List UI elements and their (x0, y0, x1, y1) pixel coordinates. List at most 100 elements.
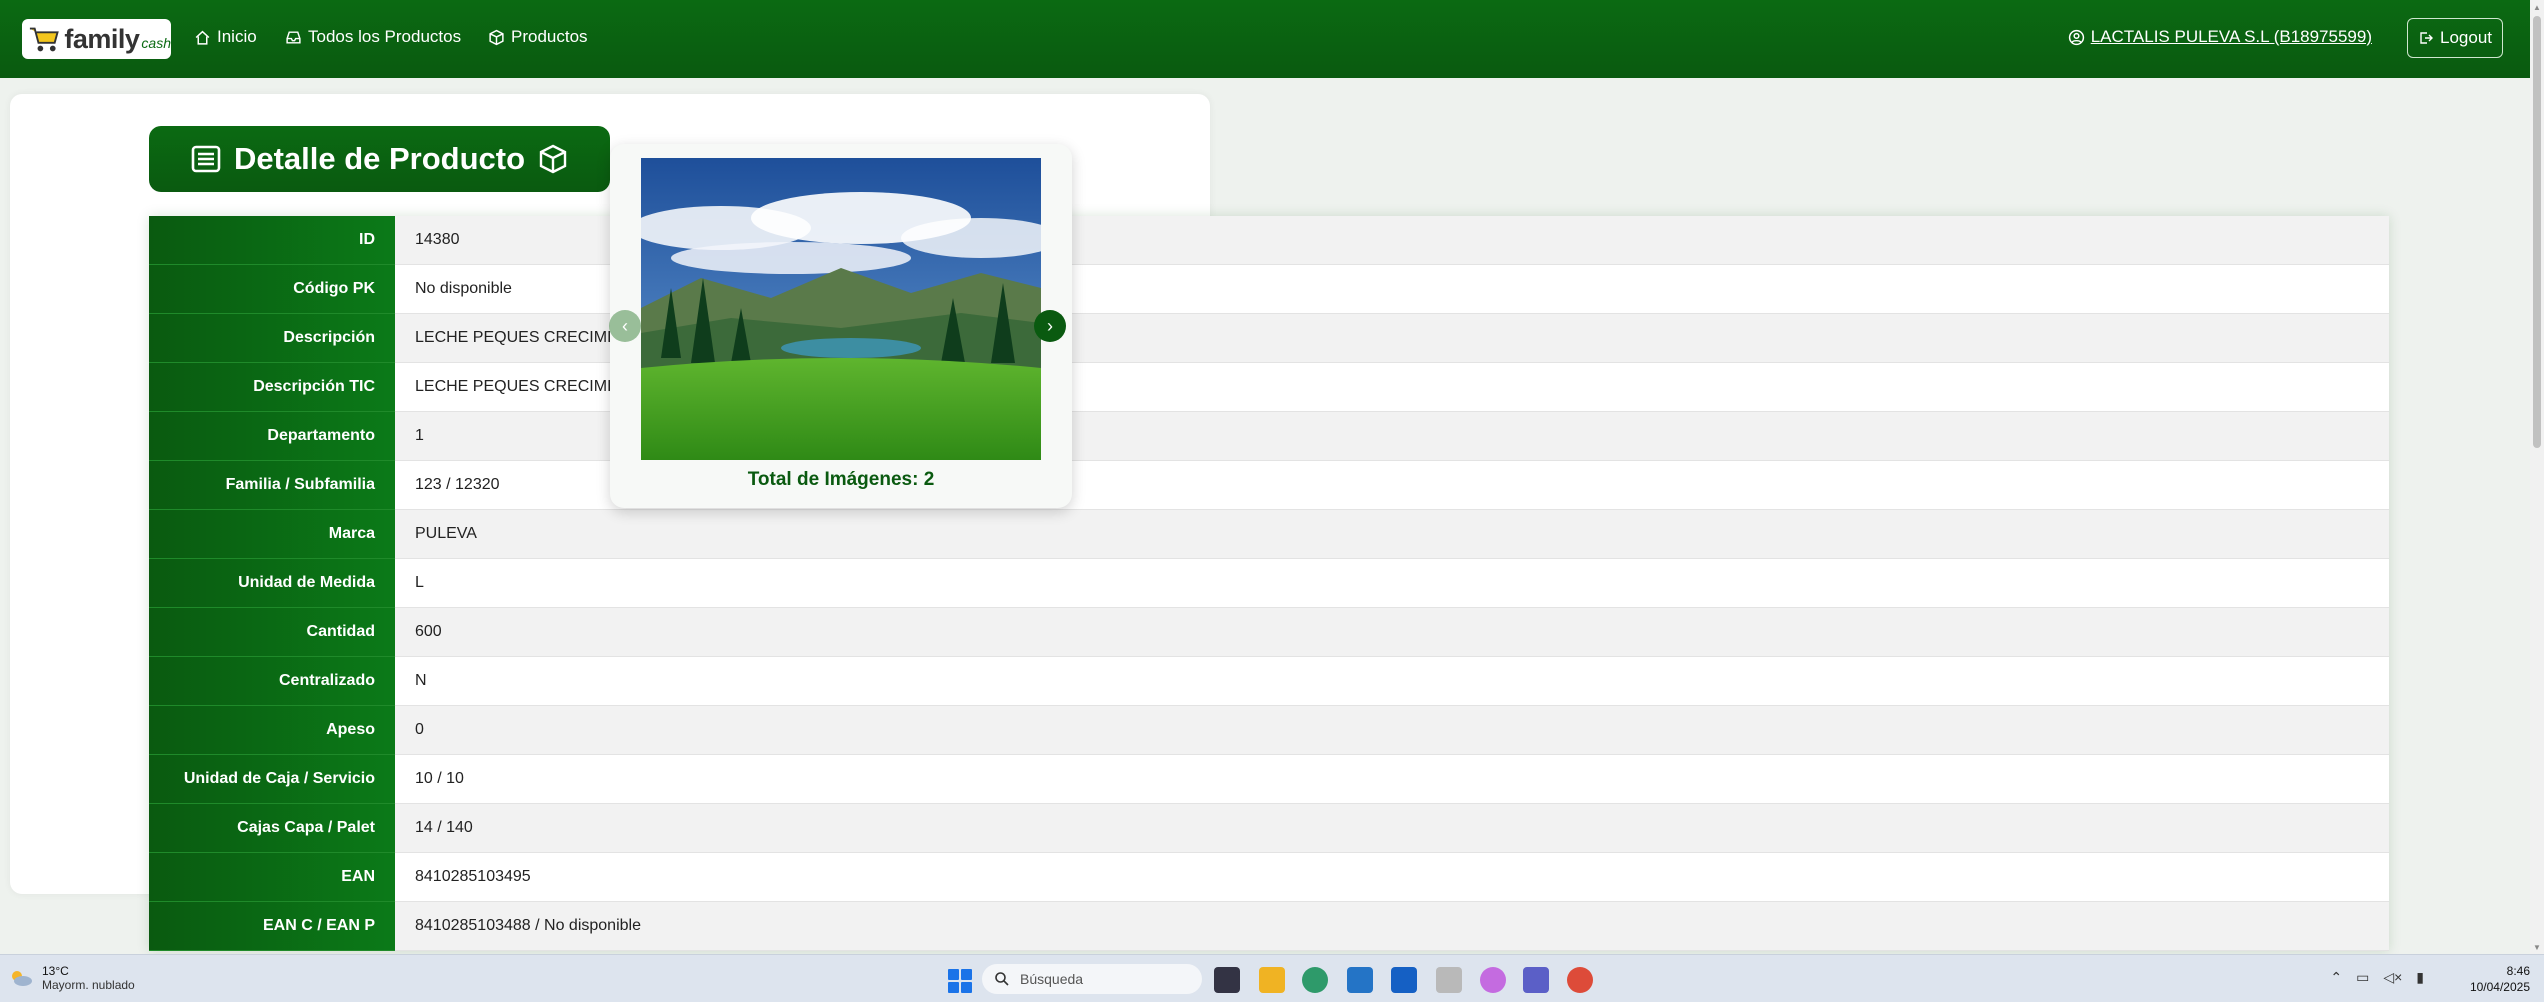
detail-value: 8410285103488 / No disponible (395, 902, 2389, 951)
display-icon[interactable]: ▭ (2356, 969, 2369, 986)
app-g-icon[interactable] (1436, 967, 1462, 993)
page-title-text: Detalle de Producto (233, 141, 526, 176)
nav-todos-los-productos[interactable]: Todos los Productos (285, 27, 461, 47)
user-circle-icon (2068, 29, 2084, 45)
detail-label: Cajas Capa / Palet (149, 804, 395, 853)
nav-todos-label: Todos los Productos (308, 27, 462, 46)
detail-label: Familia / Subfamilia (149, 461, 395, 510)
clock-time: 8:46 (2506, 964, 2530, 978)
user-name: LACTALIS PULEVA S.L (B18975599) (2090, 27, 2372, 46)
scroll-up-arrow[interactable]: ▲ (2533, 3, 2541, 12)
table-row: Cantidad 600 (149, 608, 2389, 657)
table-row: Descripción LECHE PEQUES CRECIMIENTO (149, 314, 2389, 363)
chevron-up-icon[interactable]: ⌃ (2330, 969, 2342, 986)
detail-label: Descripción TIC (149, 363, 395, 412)
table-row: Marca PULEVA (149, 510, 2389, 559)
nav-inicio[interactable]: Inicio (194, 27, 257, 47)
table-row: Código PK No disponible (149, 265, 2389, 314)
table-row: Cajas Capa / Palet 14 / 140 (149, 804, 2389, 853)
windows-taskbar: 13°C Mayorm. nublado Búsqueda ⌃ ▭ ◁× ▮ 8… (0, 954, 2544, 1002)
table-row: Unidad de Medida L (149, 559, 2389, 608)
detail-label: ID (149, 216, 395, 265)
detail-value: N (395, 657, 2389, 706)
landscape-image (641, 158, 1041, 460)
detail-value: 10 / 10 (395, 755, 2389, 804)
detail-label: Departamento (149, 412, 395, 461)
page-scrollbar[interactable]: ▲ ▼ (2530, 0, 2544, 954)
logout-icon (2420, 32, 2433, 44)
vscode-icon[interactable] (1347, 967, 1373, 993)
inbox-icon (286, 30, 301, 44)
scroll-down-arrow[interactable]: ▼ (2533, 943, 2541, 952)
detail-label: Cantidad (149, 608, 395, 657)
search-icon (995, 972, 1009, 986)
list-icon (191, 145, 221, 173)
table-row: EAN C / EAN P 8410285103488 / No disponib… (149, 902, 2389, 951)
box-icon (539, 144, 567, 174)
battery-icon[interactable]: ▮ (2416, 969, 2424, 986)
logout-label: Logout (2440, 28, 2492, 47)
detail-value: 0 (395, 706, 2389, 755)
weather-widget[interactable]: 13°C Mayorm. nublado (8, 964, 135, 992)
teams-icon[interactable] (1523, 967, 1549, 993)
cart-icon (29, 27, 59, 52)
image-count: Total de Imágenes: 2 (747, 469, 935, 490)
logo-word-family: family (64, 23, 140, 54)
gallery-prev-button[interactable]: ‹ (609, 310, 641, 342)
image-gallery-card: ‹ › Total de Imágenes: 2 (609, 144, 1072, 508)
detail-value: L (395, 559, 2389, 608)
detail-label: EAN (149, 853, 395, 902)
weather-desc: Mayorm. nublado (42, 978, 135, 992)
table-row: Descripción TIC LECHE PEQUES CRECIMI (149, 363, 2389, 412)
detail-label: Descripción (149, 314, 395, 363)
table-row: ID 14380 (149, 216, 2389, 265)
scroll-thumb[interactable] (2533, 16, 2541, 448)
detail-value: 14 / 140 (395, 804, 2389, 853)
copilot-icon[interactable] (1480, 967, 1506, 993)
nav-productos[interactable]: Productos (488, 27, 588, 47)
home-icon (195, 30, 210, 45)
weather-temp: 13°C (42, 964, 69, 978)
detail-label: EAN C / EAN P (149, 902, 395, 951)
detail-value: 600 (395, 608, 2389, 657)
edge-browser-icon[interactable] (1302, 967, 1328, 993)
taskbar-search[interactable]: Búsqueda (982, 964, 1202, 994)
detail-label: Apeso (149, 706, 395, 755)
table-row: Familia / Subfamilia 123 / 12320 (149, 461, 2389, 510)
table-row: EAN 8410285103495 (149, 853, 2389, 902)
partly-cloudy-icon (12, 971, 32, 986)
nav-inicio-label: Inicio (217, 27, 257, 46)
windows-start-icon[interactable] (948, 969, 972, 993)
detail-label: Unidad de Medida (149, 559, 395, 608)
volume-muted-icon[interactable]: ◁× (2383, 969, 2402, 986)
file-explorer-icon[interactable] (1259, 967, 1285, 993)
detail-label: Unidad de Caja / Servicio (149, 755, 395, 804)
table-row: Unidad de Caja / Servicio 10 / 10 (149, 755, 2389, 804)
table-row: Centralizado N (149, 657, 2389, 706)
table-row: Apeso 0 (149, 706, 2389, 755)
clock-date: 10/04/2025 (2469, 980, 2530, 994)
product-detail-table: ID 14380 Código PK No disponible Descripción… (149, 216, 2389, 951)
detail-label: Marca (149, 510, 395, 559)
nav-productos-label: Productos (511, 27, 588, 46)
detail-value: 8410285103495 (395, 853, 2389, 902)
detail-label: Código PK (149, 265, 395, 314)
top-navbar: family cash Inicio Todos los Productos P… (0, 0, 2530, 78)
task-view-icon[interactable] (1214, 967, 1240, 993)
detail-value: PULEVA (395, 510, 2389, 559)
taskbar-clock[interactable]: 8:46 10/04/2025 (2470, 963, 2530, 995)
logout-button[interactable]: Logout (2407, 18, 2503, 58)
table-row: Departamento 1 (149, 412, 2389, 461)
page-title: Detalle de Producto (149, 126, 610, 192)
product-image[interactable] (641, 158, 1041, 460)
system-tray: ⌃ ▭ ◁× ▮ (2330, 969, 2424, 986)
logo-word-cash: cash (141, 35, 171, 51)
box-icon (489, 29, 504, 45)
family-cash-logo[interactable]: family cash (22, 19, 171, 59)
user-account-link[interactable]: LACTALIS PULEVA S.L (B18975599) (2068, 27, 2372, 47)
search-placeholder: Búsqueda (1020, 971, 1084, 987)
outlook-icon[interactable] (1391, 967, 1417, 993)
detail-label: Centralizado (149, 657, 395, 706)
chrome-icon[interactable] (1567, 967, 1593, 993)
gallery-next-button[interactable]: › (1034, 310, 1066, 342)
